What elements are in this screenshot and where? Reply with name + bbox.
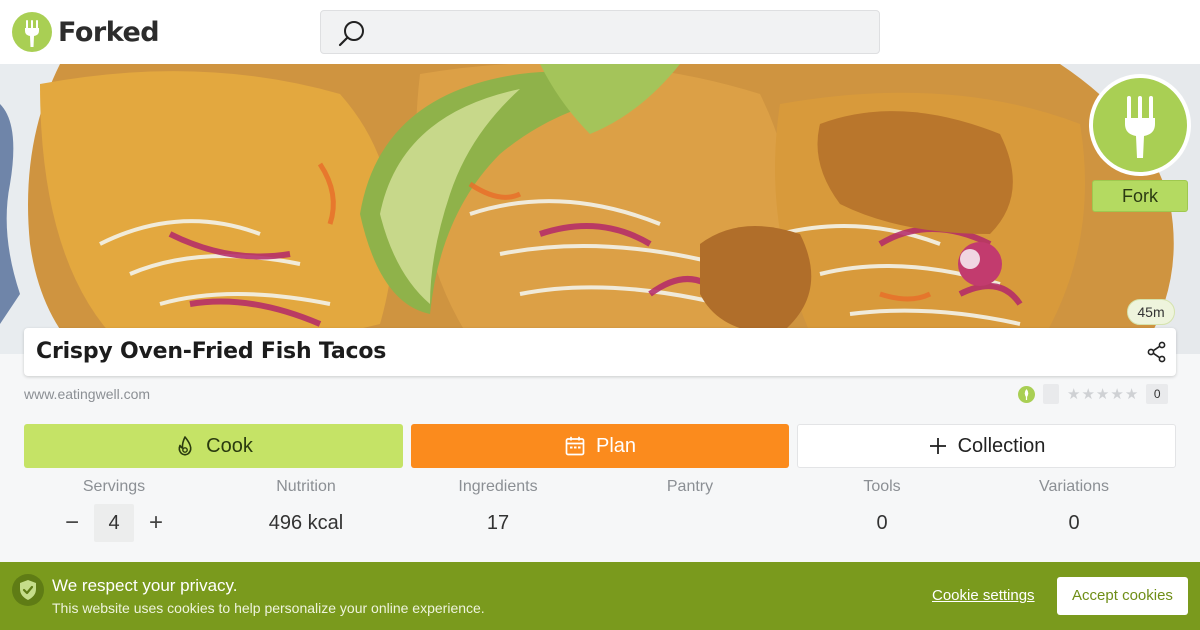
- shield-check-icon: [12, 574, 44, 606]
- cookie-banner-text: This website uses cookies to help person…: [52, 600, 485, 616]
- site-header: Forked: [0, 0, 1200, 64]
- tools-value[interactable]: 0: [786, 512, 978, 535]
- cook-button-label: Cook: [206, 434, 253, 457]
- star-icon[interactable]: ★: [1125, 384, 1138, 404]
- pantry-label: Pantry: [666, 478, 714, 495]
- search-icon: [337, 19, 367, 54]
- variations-value[interactable]: 0: [978, 512, 1170, 535]
- tools-label: Tools: [863, 478, 901, 495]
- recipe-source-link[interactable]: www.eatingwell.com: [24, 386, 150, 402]
- star-rating[interactable]: ★ ★ ★ ★ ★: [1067, 384, 1138, 404]
- recipe-title-card: Crispy Oven-Fried Fish Tacos: [24, 328, 1176, 376]
- rating-placeholder: [1043, 384, 1059, 404]
- search-input[interactable]: [320, 10, 880, 54]
- nutrition-label: Nutrition: [276, 478, 336, 495]
- rating-bar: ★ ★ ★ ★ ★ 0: [1018, 384, 1169, 404]
- recipe-hero-image: [0, 64, 1200, 354]
- rating-count: 0: [1146, 384, 1169, 404]
- calendar-icon: [564, 435, 586, 457]
- star-icon[interactable]: ★: [1096, 384, 1109, 404]
- variations-label: Variations: [1039, 478, 1109, 495]
- nutrition-value[interactable]: 496 kcal: [210, 512, 402, 535]
- cookie-settings-link[interactable]: Cookie settings: [932, 587, 1035, 604]
- star-icon[interactable]: ★: [1081, 384, 1094, 404]
- collection-button[interactable]: Collection: [797, 424, 1176, 468]
- cookie-banner: We respect your privacy. This website us…: [0, 562, 1200, 630]
- star-icon[interactable]: ★: [1067, 384, 1080, 404]
- fork-button[interactable]: Fork: [1092, 180, 1188, 212]
- leaf-icon: [1018, 385, 1035, 403]
- accept-cookies-button[interactable]: Accept cookies: [1057, 577, 1188, 615]
- collection-button-label: Collection: [957, 434, 1046, 457]
- servings-value[interactable]: 4: [94, 504, 134, 542]
- brand-name: Forked: [58, 16, 160, 48]
- cook-time-badge: 45m: [1127, 299, 1175, 325]
- share-icon[interactable]: [1146, 341, 1168, 368]
- ingredients-value[interactable]: 17: [402, 512, 594, 535]
- plus-icon: [928, 436, 948, 456]
- servings-label: Servings: [82, 478, 146, 495]
- fork-badge: [1089, 74, 1191, 176]
- cookie-banner-title: We respect your privacy.: [52, 576, 238, 595]
- logo[interactable]: Forked: [12, 12, 160, 52]
- servings-increase-button[interactable]: +: [144, 506, 168, 540]
- recipe-title: Crispy Oven-Fried Fish Tacos: [36, 339, 387, 364]
- servings-decrease-button[interactable]: −: [60, 506, 84, 540]
- plan-button[interactable]: Plan: [411, 424, 789, 468]
- cook-button[interactable]: Cook: [24, 424, 403, 468]
- fork-logo-icon: [12, 12, 52, 52]
- star-icon[interactable]: ★: [1110, 384, 1123, 404]
- plan-button-label: Plan: [595, 434, 637, 457]
- fire-icon: [174, 435, 196, 457]
- ingredients-label: Ingredients: [458, 478, 538, 495]
